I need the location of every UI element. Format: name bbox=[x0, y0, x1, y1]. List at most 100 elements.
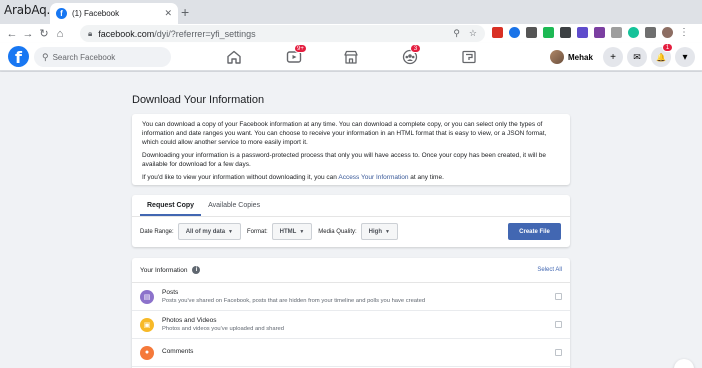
profile-avatar-icon[interactable] bbox=[662, 27, 673, 38]
extension-blue-icon[interactable] bbox=[509, 27, 520, 38]
groups-badge: 3 bbox=[410, 44, 421, 53]
media-quality-value: High bbox=[368, 228, 382, 235]
media-quality-label: Media Quality: bbox=[318, 228, 357, 235]
back-arrow-icon[interactable]: ← bbox=[4, 28, 20, 40]
tab-available-copies[interactable]: Available Copies bbox=[201, 195, 267, 216]
format-select[interactable]: HTML ▼ bbox=[271, 223, 313, 240]
info-paragraph-3-end: at any time. bbox=[408, 174, 444, 181]
search-input[interactable] bbox=[52, 52, 163, 62]
browser-tab-strip: ArabAq.com f (1) Facebook ✕ + bbox=[0, 0, 702, 24]
url-path: /dyi/?referrer=yfi_settings bbox=[154, 28, 256, 39]
list-item-checkbox[interactable] bbox=[555, 349, 562, 356]
copy-tabs: Request Copy Available Copies bbox=[132, 195, 570, 217]
chevron-down-icon: ▾ bbox=[682, 51, 688, 63]
info-card: You can download a copy of your Facebook… bbox=[132, 114, 570, 185]
forward-arrow-icon[interactable]: → bbox=[20, 28, 36, 40]
list-item-checkbox[interactable] bbox=[555, 321, 562, 328]
home-nav-icon[interactable] bbox=[226, 49, 242, 65]
list-item-checkbox[interactable] bbox=[555, 293, 562, 300]
select-all-link[interactable]: Select All bbox=[537, 267, 562, 273]
info-icon[interactable]: i bbox=[192, 266, 201, 274]
plus-icon: + bbox=[610, 51, 616, 63]
list-item-description: Posts you've shared on Facebook, posts t… bbox=[162, 298, 426, 304]
new-tab-button[interactable]: + bbox=[181, 5, 189, 19]
date-range-label: Date Range: bbox=[140, 228, 174, 235]
access-your-information-link[interactable]: Access Your Information bbox=[338, 174, 408, 181]
list-item-description: Photos and videos you've uploaded and sh… bbox=[162, 326, 284, 332]
list-item-name: Photos and Videos bbox=[162, 317, 217, 324]
date-range-value: All of my data bbox=[185, 228, 226, 235]
list-item-text: Posts Posts you've shared on Facebook, po… bbox=[162, 289, 425, 304]
extension-grammarly-icon[interactable] bbox=[628, 27, 639, 38]
list-item-name: Comments bbox=[162, 348, 194, 355]
filters-row: Date Range: All of my data ▼ Format: HTML… bbox=[132, 217, 570, 246]
create-button[interactable]: + bbox=[603, 47, 623, 67]
info-paragraph-3: If you'd like to view your information w… bbox=[142, 173, 560, 182]
browser-tab-facebook[interactable]: f (1) Facebook ✕ bbox=[50, 3, 178, 24]
profile-name: Mehak bbox=[568, 52, 593, 62]
messenger-button[interactable]: ✉ bbox=[627, 47, 647, 67]
watch-badge: 9+ bbox=[294, 44, 307, 53]
chat-bubble-button[interactable] bbox=[674, 359, 694, 368]
gaming-nav-icon[interactable] bbox=[461, 49, 477, 65]
your-information-card: Your Information i Select All ▤ Posts Post… bbox=[132, 258, 570, 368]
list-item-text: Comments bbox=[162, 348, 193, 357]
list-item[interactable]: ● Comments bbox=[132, 339, 570, 367]
page-content: Download Your Information You can downlo… bbox=[0, 72, 702, 368]
your-information-header: Your Information i Select All bbox=[132, 258, 570, 283]
info-paragraph-1: You can download a copy of your Facebook… bbox=[142, 121, 547, 146]
close-tab-icon[interactable]: ✕ bbox=[164, 8, 172, 19]
marketplace-nav-icon[interactable] bbox=[343, 49, 359, 65]
extension-grey-icon[interactable] bbox=[611, 27, 622, 38]
avatar bbox=[550, 50, 564, 64]
list-item-text: Photos and Videos Photos and videos you'v… bbox=[162, 317, 284, 332]
extension-green-icon[interactable] bbox=[543, 27, 554, 38]
facebook-search-box[interactable]: ⚲ bbox=[34, 47, 171, 67]
media-quality-select[interactable]: High ▼ bbox=[360, 223, 398, 240]
home-icon[interactable]: ⌂ bbox=[52, 28, 68, 40]
caret-down-icon: ▼ bbox=[299, 228, 305, 235]
browser-toolbar: ← → ↻ ⌂ 🔒︎ facebook.com/dyi/?referrer=yf… bbox=[0, 24, 702, 43]
facebook-logo-icon[interactable]: f bbox=[8, 46, 29, 67]
reload-icon[interactable]: ↻ bbox=[36, 27, 52, 40]
date-range-select[interactable]: All of my data ▼ bbox=[177, 223, 241, 240]
request-copy-card: Request Copy Available Copies Date Range… bbox=[132, 195, 570, 247]
format-label: Format: bbox=[247, 228, 268, 235]
url-host: facebook.com bbox=[98, 28, 155, 39]
format-value: HTML bbox=[279, 228, 297, 235]
extension-violet-icon[interactable] bbox=[594, 27, 605, 38]
category-icon: ● bbox=[140, 345, 154, 360]
list-item[interactable]: ▣ Photos and Videos Photos and videos you'… bbox=[132, 311, 570, 339]
zoom-search-icon[interactable]: ⚲ bbox=[453, 28, 460, 39]
notifications-button[interactable]: 🔔 1 bbox=[651, 43, 673, 67]
extension-adblock-icon[interactable] bbox=[492, 27, 503, 38]
page-title: Download Your Information bbox=[132, 94, 265, 106]
category-icon: ▣ bbox=[140, 317, 154, 332]
profile-shortcut[interactable]: Mehak bbox=[550, 48, 593, 66]
watch-nav-icon[interactable]: 9+ bbox=[286, 44, 307, 65]
tab-request-copy[interactable]: Request Copy bbox=[140, 195, 202, 216]
extension-pen-icon[interactable] bbox=[526, 27, 537, 38]
extension-dark-icon[interactable] bbox=[560, 27, 571, 38]
lock-icon: 🔒︎ bbox=[88, 28, 93, 38]
groups-nav-icon[interactable]: 3 bbox=[402, 44, 421, 65]
list-item[interactable]: ▤ Posts Posts you've shared on Facebook, p… bbox=[132, 283, 570, 311]
extension-purple-icon[interactable] bbox=[577, 27, 588, 38]
create-file-button[interactable]: Create File bbox=[508, 223, 561, 240]
extensions-row: ⋮ bbox=[492, 27, 689, 38]
facebook-favicon-icon: f bbox=[56, 8, 67, 19]
account-menu-button[interactable]: ▾ bbox=[675, 47, 695, 67]
caret-down-icon: ▼ bbox=[228, 228, 233, 235]
bell-icon: 🔔 bbox=[656, 52, 666, 62]
facebook-top-bar: f ⚲ 9+ 3 Mehak + ✉ 🔔 1 ▾ bbox=[0, 43, 702, 71]
tab-title: (1) Facebook bbox=[72, 9, 120, 18]
search-icon: ⚲ bbox=[42, 51, 49, 62]
notifications-badge: 1 bbox=[662, 43, 673, 52]
info-paragraph-3-start: If you'd like to view your information w… bbox=[142, 174, 339, 181]
messenger-icon: ✉ bbox=[633, 51, 641, 62]
your-information-title: Your Information bbox=[140, 266, 188, 274]
bookmark-star-icon[interactable]: ☆ bbox=[469, 28, 477, 39]
extension-puzzle-icon[interactable] bbox=[645, 27, 656, 38]
address-bar[interactable]: 🔒︎ facebook.com/dyi/?referrer=yfi_settin… bbox=[80, 25, 485, 42]
chrome-menu-icon[interactable]: ⋮ bbox=[679, 27, 689, 38]
